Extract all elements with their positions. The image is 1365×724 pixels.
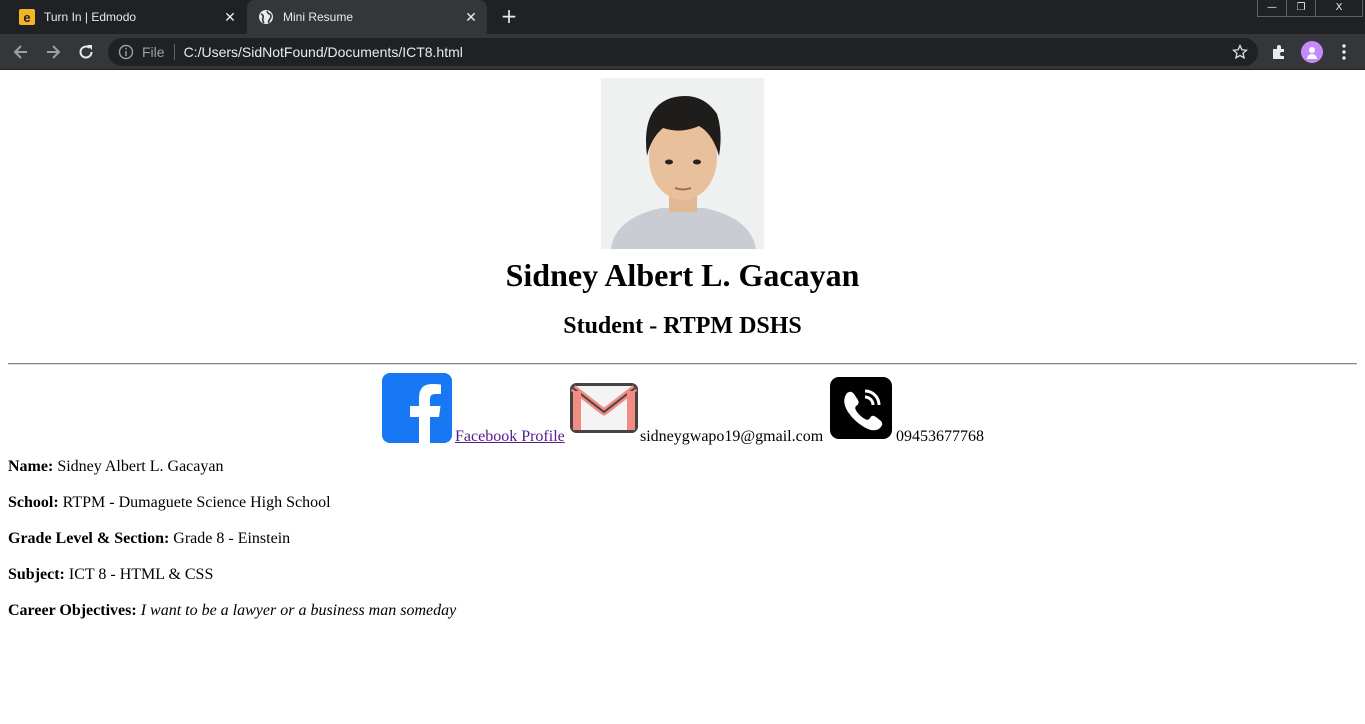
- globe-icon: [259, 10, 273, 24]
- phone-icon: [830, 377, 892, 439]
- info-value: Sidney Albert L. Gacayan: [57, 458, 224, 475]
- tab-strip: e Turn In | Edmodo ✕ Mini Resume ✕ + — ❐…: [0, 0, 1365, 34]
- extensions-puzzle-icon[interactable]: [1270, 43, 1288, 61]
- scheme-label: File: [142, 44, 165, 60]
- profile-photo: [601, 78, 764, 249]
- page-body: Sidney Albert L. Gacayan Student - RTPM …: [0, 70, 1365, 723]
- tab-close-icon[interactable]: ✕: [461, 9, 481, 26]
- contact-row: Facebook Profile sidneygwapo19@gmail.com…: [8, 373, 1357, 449]
- info-subject: Subject: ICT 8 - HTML & CSS: [8, 557, 1357, 593]
- info-name: Name: Sidney Albert L. Gacayan: [8, 449, 1357, 485]
- address-divider: [173, 44, 175, 60]
- info-value: ICT 8 - HTML & CSS: [68, 566, 214, 583]
- window-close-button[interactable]: X: [1315, 0, 1363, 17]
- info-value: RTPM - Dumaguete Science High School: [62, 494, 331, 511]
- reload-button[interactable]: [74, 40, 98, 64]
- info-label: Name:: [8, 458, 54, 475]
- svg-text:e: e: [23, 10, 30, 25]
- new-tab-button[interactable]: +: [497, 5, 521, 29]
- reload-icon: [79, 45, 93, 59]
- info-icon[interactable]: [118, 44, 134, 60]
- forward-button[interactable]: [41, 40, 65, 64]
- forward-arrow-icon: [47, 45, 61, 59]
- info-value: Grade 8 - Einstein: [173, 530, 291, 547]
- page-subtitle: Student - RTPM DSHS: [563, 313, 802, 339]
- restore-button[interactable]: ❐: [1286, 0, 1316, 17]
- edmodo-icon: e: [19, 9, 35, 25]
- more-menu-icon[interactable]: [1334, 42, 1354, 62]
- tab-edmodo[interactable]: e Turn In | Edmodo ✕: [8, 0, 246, 34]
- info-label: Career Objectives:: [8, 602, 137, 619]
- minimize-button[interactable]: —: [1257, 0, 1287, 17]
- tab-close-icon[interactable]: ✕: [220, 9, 240, 26]
- phone-number: 09453677768: [896, 428, 984, 445]
- browser-toolbar: File C:/Users/SidNotFound/Documents/ICT8…: [0, 34, 1365, 70]
- tab-title: Turn In | Edmodo: [44, 10, 137, 24]
- horizontal-rule: [8, 363, 1357, 365]
- info-value: I want to be a lawyer or a business man …: [140, 602, 457, 619]
- gmail-icon: [570, 383, 638, 433]
- address-bar[interactable]: File C:/Users/SidNotFound/Documents/ICT8…: [108, 38, 1258, 66]
- profile-avatar[interactable]: [1301, 41, 1323, 63]
- bookmark-star-icon[interactable]: [1232, 44, 1248, 60]
- email-address: sidneygwapo19@gmail.com: [640, 428, 824, 445]
- info-grade-section: Grade Level & Section: Grade 8 - Einstei…: [8, 521, 1357, 557]
- back-button[interactable]: [9, 40, 33, 64]
- info-label: School:: [8, 494, 59, 511]
- profile-photo-container: [8, 70, 1357, 249]
- info-career-objectives: Career Objectives: I want to be a lawyer…: [8, 593, 1357, 629]
- back-arrow-icon: [13, 45, 27, 59]
- facebook-profile-link[interactable]: Facebook Profile: [455, 428, 565, 446]
- tab-mini-resume[interactable]: Mini Resume ✕: [247, 0, 487, 34]
- url-text[interactable]: C:/Users/SidNotFound/Documents/ICT8.html: [184, 44, 1232, 60]
- window-controls: — ❐ X: [1257, 0, 1365, 17]
- info-label: Grade Level & Section:: [8, 530, 170, 547]
- avatar-icon: [1307, 47, 1317, 59]
- info-label: Subject:: [8, 566, 65, 583]
- facebook-icon[interactable]: [382, 373, 452, 443]
- tab-title: Mini Resume: [283, 10, 354, 24]
- page-title: Sidney Albert L. Gacayan: [505, 257, 860, 293]
- info-school: School: RTPM - Dumaguete Science High Sc…: [8, 485, 1357, 521]
